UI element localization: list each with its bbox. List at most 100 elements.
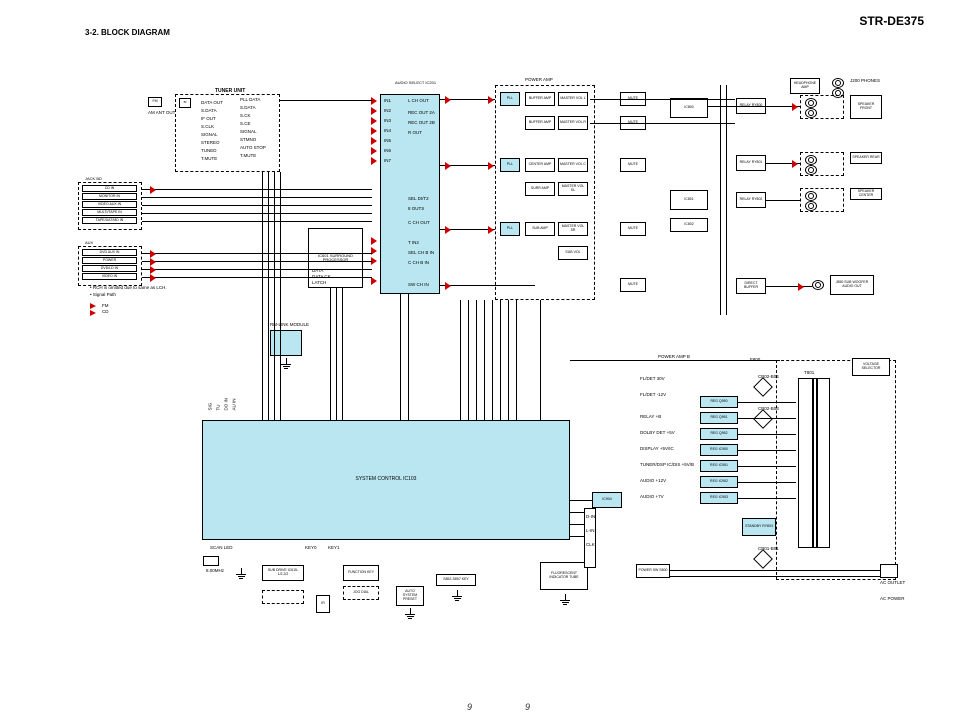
amp-block: SUB AMP [525,222,555,236]
jack-item: MONITOR IN [82,193,137,200]
mute-block: MUTE [620,222,646,236]
standby-relay: STANDBY RY803 [742,518,776,536]
aux-item: DVD/LD IN [82,265,137,272]
jack-item: TAPE/DAT/MD IN [82,217,137,224]
dsp-block: IC601 SURROUND PROCESSOR [308,228,363,288]
sc-top-pin: DO IN [224,398,229,411]
spk-rear-jack [805,155,817,165]
spk-rear-jack [805,165,817,175]
asel-pin-r: SEL DI/T2 [408,196,429,201]
tuner-right-pin: AUTO STOP [240,145,266,150]
asel-pin-r: L CH OUT [408,98,429,103]
amp-block: SURR AMP [525,182,555,196]
asel-pin-r: REC OUT 2B [408,120,435,125]
bi-switch: BI [179,98,191,108]
sub-drive-led [262,590,304,604]
fl-pin: CLK [586,542,595,547]
phones-jack-l [832,78,844,88]
supply-label: FL/DET 30V [640,376,665,381]
fl-pin: L-IN [586,528,595,533]
function-key-block: FUNCTION KEY [343,565,379,581]
vol-block: MASTER VOL SR [558,222,588,236]
legend-note1: • RCH is omitted due to same as LCH. [90,285,167,292]
aux-item: VIDEO IN [82,273,137,280]
sub-drive-block: SUB DRIVE IC615-1/2,2/2 [262,565,304,581]
voltage-selector-block: VOLTAGE SELECTOR [852,358,890,376]
legend-fm: FM [102,303,109,310]
amp-block: BUFFER AMP [525,92,555,106]
rect-block [753,549,773,569]
reg-block: REG Q952 [700,428,738,440]
sc-bot-pin: SCAN LED [210,545,233,550]
fl-tube: FLUORESCENT INDICATOR TUBE [540,562,588,590]
tuner-right-pin: PLL DATA [240,97,260,102]
vol-block: MASTER VOL L [558,92,588,106]
mute-block: MUTE [620,278,646,292]
pll-block: PLL [500,92,520,106]
reg-block: REG IC953 [700,492,738,504]
dsp-pin: LATCH [312,280,326,285]
jack-item: VIDEO AUX IN [82,201,137,208]
reg-block: REG Q950 [700,396,738,408]
sc-top-pin: AU IN [232,398,237,410]
tuner-pin: T.MUTE [201,156,217,161]
supply-label: DOLBY DET +5V [640,430,675,435]
sc-top-pin: TU [216,405,221,411]
tuner-right-pin: STMNO [240,137,256,142]
sc-top-pin: SIG [208,403,213,411]
asel-pin-l: IN4 [384,128,391,133]
asel-pin-r: C CH B IN [408,260,429,265]
am-ant-label: AM ANT OUT [148,110,175,115]
spk-front-jack [805,98,817,108]
supply-label: RELAY +B [640,414,661,419]
tuner-pin: IF OUT [201,116,216,121]
amp-block: CENTER AMP [525,158,555,172]
mute-block: MUTE [620,158,646,172]
ground-icon [405,608,415,619]
jack-item: CD IN [82,185,137,192]
power-switch: POWER SW S800 [636,564,670,578]
reg-block: REG Q951 [700,412,738,424]
asel-pin-l: IN6 [384,148,391,153]
tuner-pin: STEREO [201,140,220,145]
speaker-center-label: SPEAKER CENTER [850,188,882,200]
ground-icon [452,590,462,601]
vol-block: MASTER VOL R [558,116,588,130]
asel-pin-l: IN7 [384,158,391,163]
reg-block: REG IC951 [700,460,738,472]
audio-select-label: AUDIO SELECT IC201 [395,80,436,85]
power-supply-border [776,360,896,580]
sc-bot-pin: KEY0 [305,545,317,550]
tuner-pin: S.DATA [201,108,217,113]
tuner-right-pin: S.CE [240,121,251,126]
asel-pin-l: IN2 [384,108,391,113]
ac-outlet-label: AC OUTLET [880,580,905,585]
ground-icon [281,358,291,369]
power-amp-ic: IC802 [670,218,708,232]
rect-block [753,377,773,397]
amp-block: BUFFER AMP [525,116,555,130]
sc-bot-pin: KEY1 [328,545,340,550]
relay-block: RELAY RY802 [736,192,766,208]
key-block: S852-S857 KEY [436,574,476,586]
vol-block: MASTER VOL C [558,158,588,172]
legend-block: • RCH is omitted due to same as LCH. • S… [90,285,167,316]
supply-label: FL/DET -12V [640,392,666,397]
spk-front-jack [805,108,817,118]
spk-center-jack [805,191,817,201]
ac-power-label: AC POWER [880,596,905,601]
section-title: 3-2. BLOCK DIAGRAM [85,28,170,37]
tuner-pin: SIGNAL [201,132,218,137]
ground-icon [236,568,246,579]
woofer-label: J850 SUB WOOFER AUDIO OUT [830,275,874,295]
ac-outlet [880,564,898,578]
ir-block: IR [316,595,330,613]
relay-block: RELAY RY801 [736,155,766,171]
supply-label: AUDIO +7V [640,494,664,499]
aux-item: POWER [82,257,137,264]
tuner-pin: DATA OUT [201,100,223,105]
asel-pin-r: SW CH IN [408,282,429,287]
xtal-block [203,556,219,566]
rf-link-label: RM-LINK MODULE [270,322,309,327]
aux-bd-label: AUX [85,240,93,245]
